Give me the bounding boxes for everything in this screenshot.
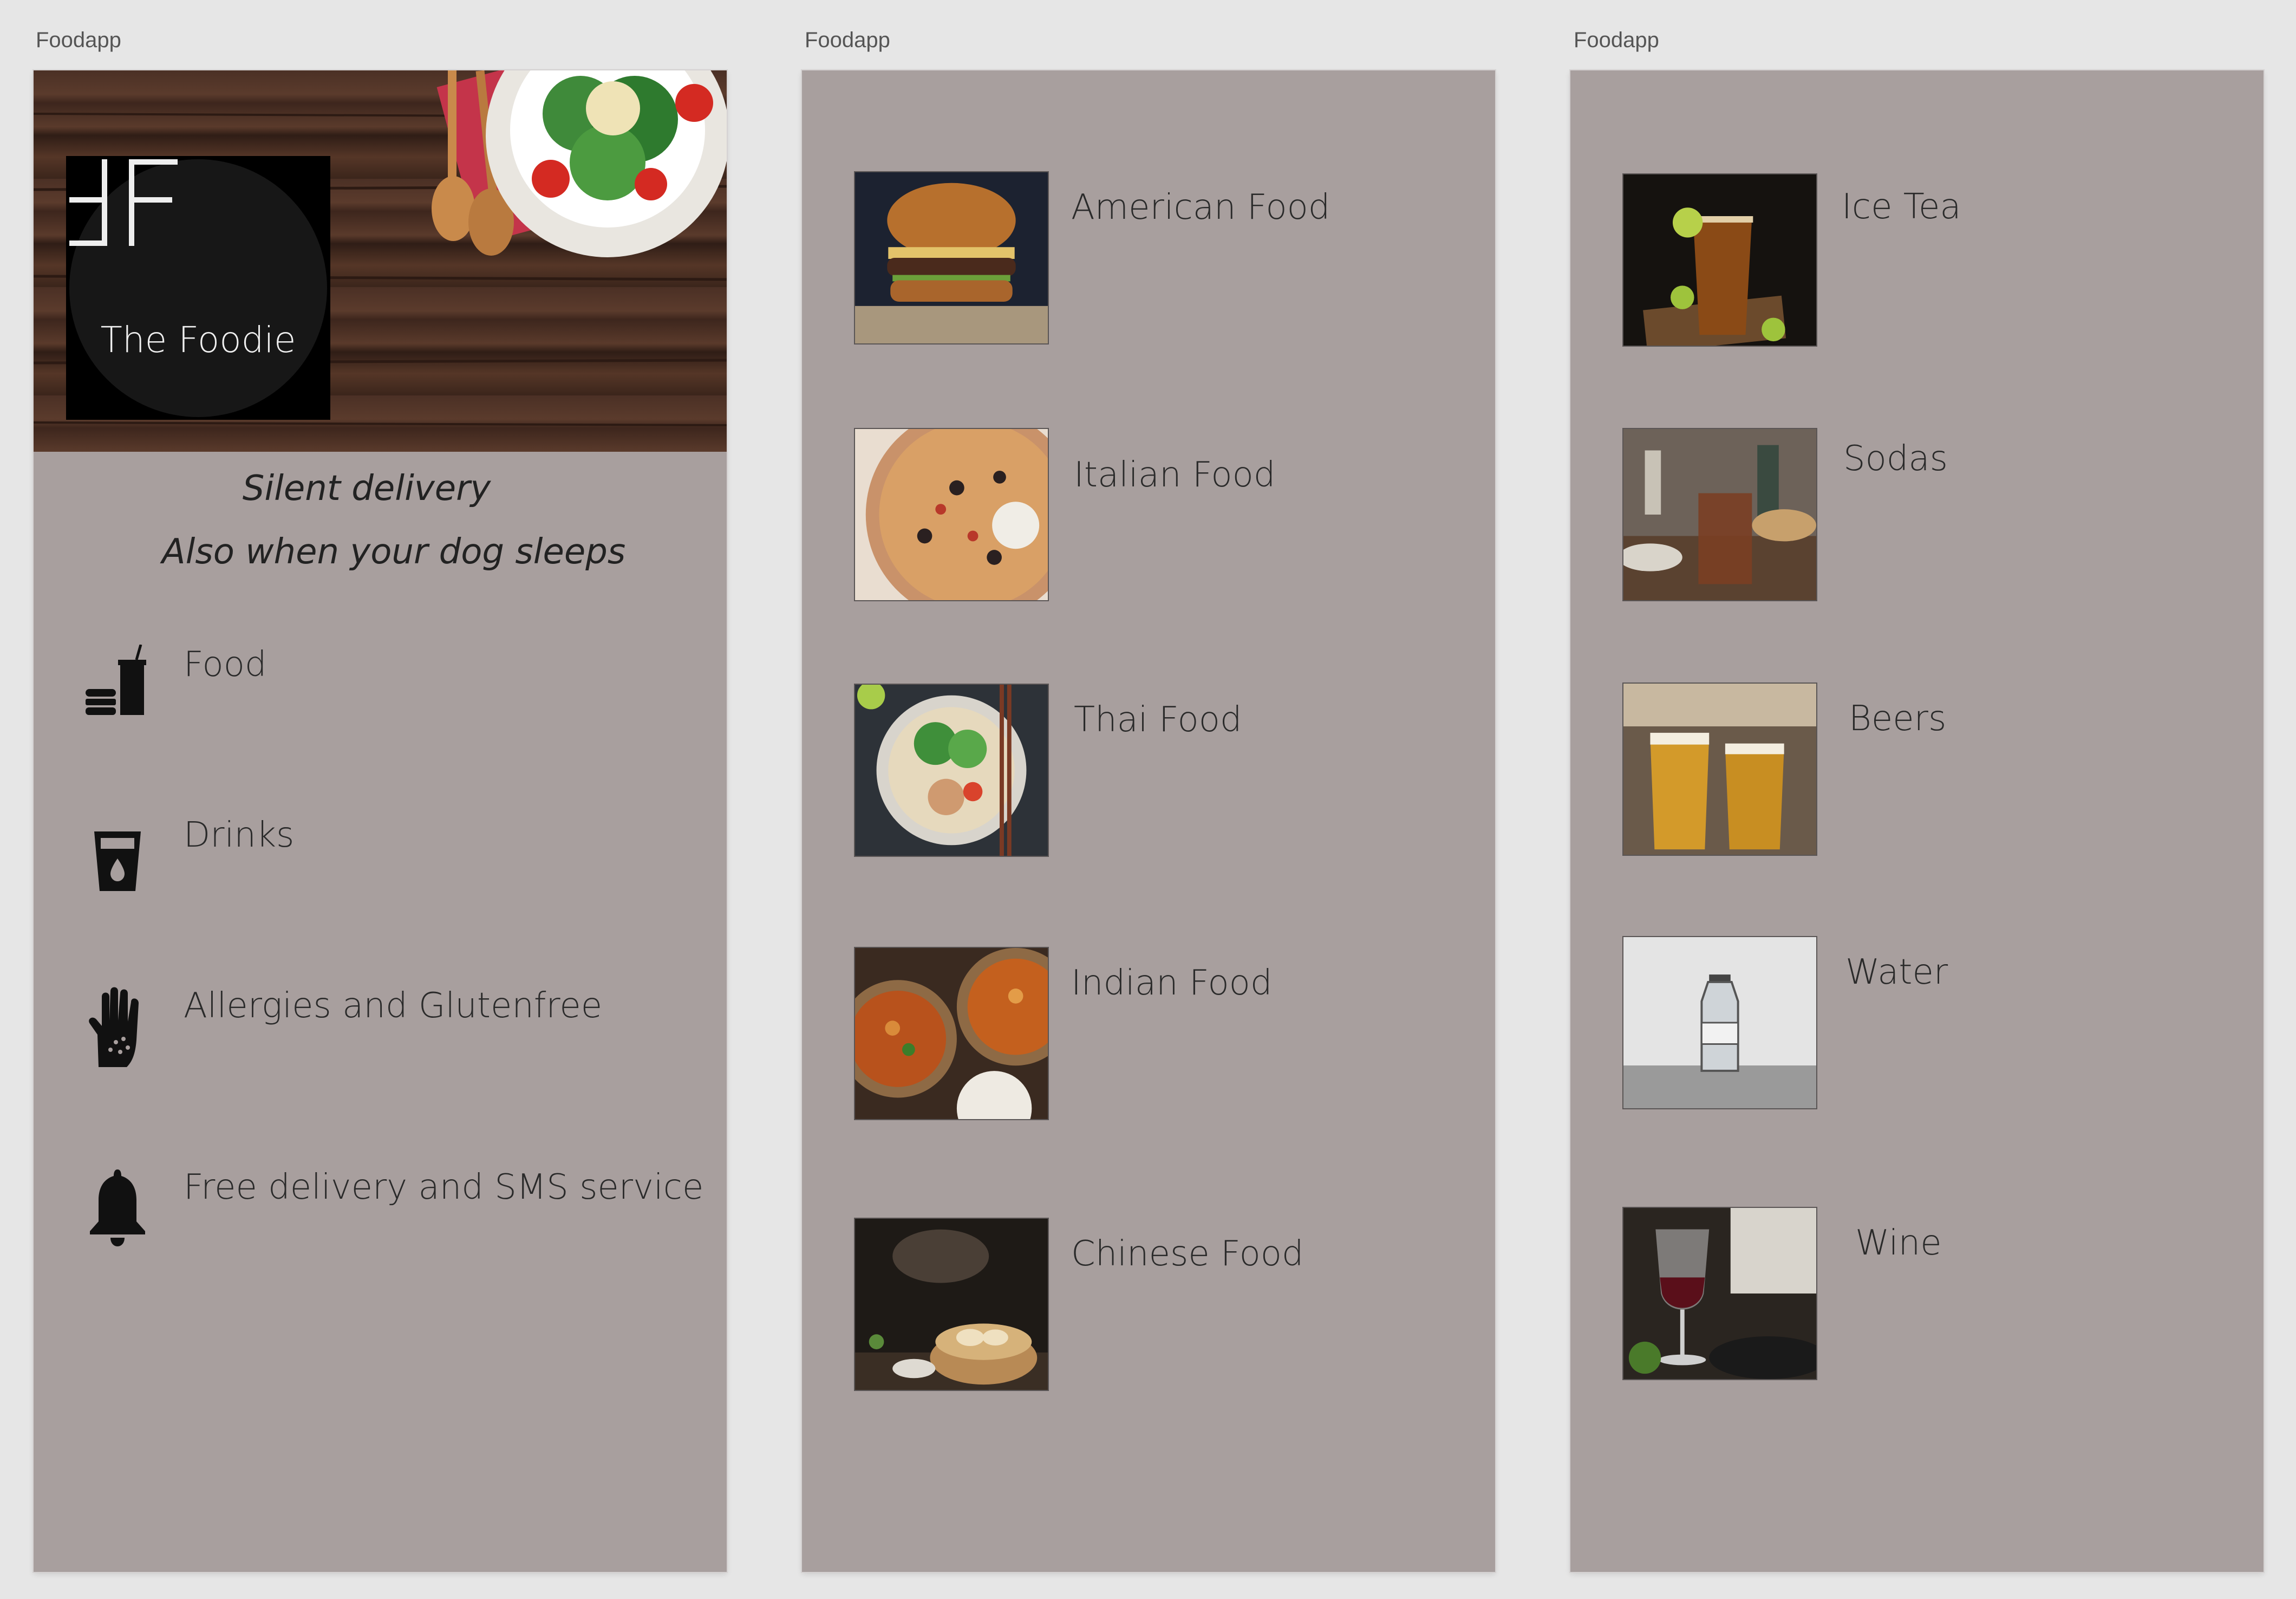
menu-label-allergies: Allergies and Glutenfree [184,986,603,1026]
menu-item-food[interactable]: Food [34,645,727,731]
hand-icon [89,987,139,1067]
ice-tea-image [1622,173,1817,347]
food-label-thai: Thai Food [1074,700,1242,740]
drink-item-beers[interactable]: Beers [1570,682,2264,861]
food-label-american: American Food [1071,187,1330,227]
menu-label-food: Food [184,645,267,685]
tagline-primary: Silent delivery [242,469,491,509]
water-bottle-image [1622,936,1817,1109]
food-label-chinese: Chinese Food [1071,1234,1304,1274]
logo-circle: The Foodie [69,159,327,417]
menu-label-drinks: Drinks [184,815,295,855]
ff-monogram-icon [69,159,178,246]
menu-item-delivery[interactable]: Free delivery and SMS service [34,1167,727,1254]
food-item-thai[interactable]: Thai Food [802,684,1495,862]
menu-item-drinks[interactable]: Drinks [34,815,727,902]
food-label-indian: Indian Food [1071,963,1273,1003]
tagline-secondary: Also when your dog sleeps [161,532,626,572]
drink-label-wine: Wine [1855,1223,1942,1263]
fast-food-icon [86,645,146,715]
cup-icon [94,831,141,891]
header-hero-image: The Foodie [34,70,727,452]
drinks-screen: Ice Tea Sodas Beers Water Wine [1570,70,2264,1572]
artboard-title-home[interactable]: Foodapp [36,28,121,53]
drink-item-sodas[interactable]: Sodas [1570,428,2264,607]
logo[interactable]: The Foodie [66,156,330,420]
noodle-bowl-image [854,684,1049,857]
menu-label-delivery: Free delivery and SMS service [184,1167,704,1207]
food-item-italian[interactable]: Italian Food [802,428,1495,607]
wine-glass-image [1622,1207,1817,1380]
drink-item-wine[interactable]: Wine [1570,1207,2264,1386]
dumplings-image [854,1218,1049,1391]
home-screen: The Foodie Silent delivery Also when you… [34,70,727,1572]
sodas-image [1622,428,1817,601]
beers-image [1622,682,1817,856]
drink-item-ice-tea[interactable]: Ice Tea [1570,173,2264,352]
menu-item-allergies[interactable]: Allergies and Glutenfree [34,986,727,1072]
food-item-indian[interactable]: Indian Food [802,947,1495,1126]
pizza-image [854,428,1049,601]
curry-image [854,947,1049,1120]
drink-label-water: Water [1845,952,1948,992]
drink-label-beers: Beers [1849,699,1947,739]
logo-text: The Foodie [100,319,296,361]
drink-item-water[interactable]: Water [1570,936,2264,1115]
food-item-chinese[interactable]: Chinese Food [802,1218,1495,1396]
artboard-title-drinks[interactable]: Foodapp [1574,28,1659,53]
bell-icon [90,1169,145,1246]
burger-image [854,171,1049,344]
drink-label-sodas: Sodas [1843,439,1948,479]
food-item-american[interactable]: American Food [802,171,1495,350]
drink-label-ice-tea: Ice Tea [1842,187,1961,227]
artboard-title-food[interactable]: Foodapp [805,28,890,53]
food-screen: American Food Italian Food Thai Food Ind… [802,70,1495,1572]
food-label-italian: Italian Food [1074,455,1276,495]
